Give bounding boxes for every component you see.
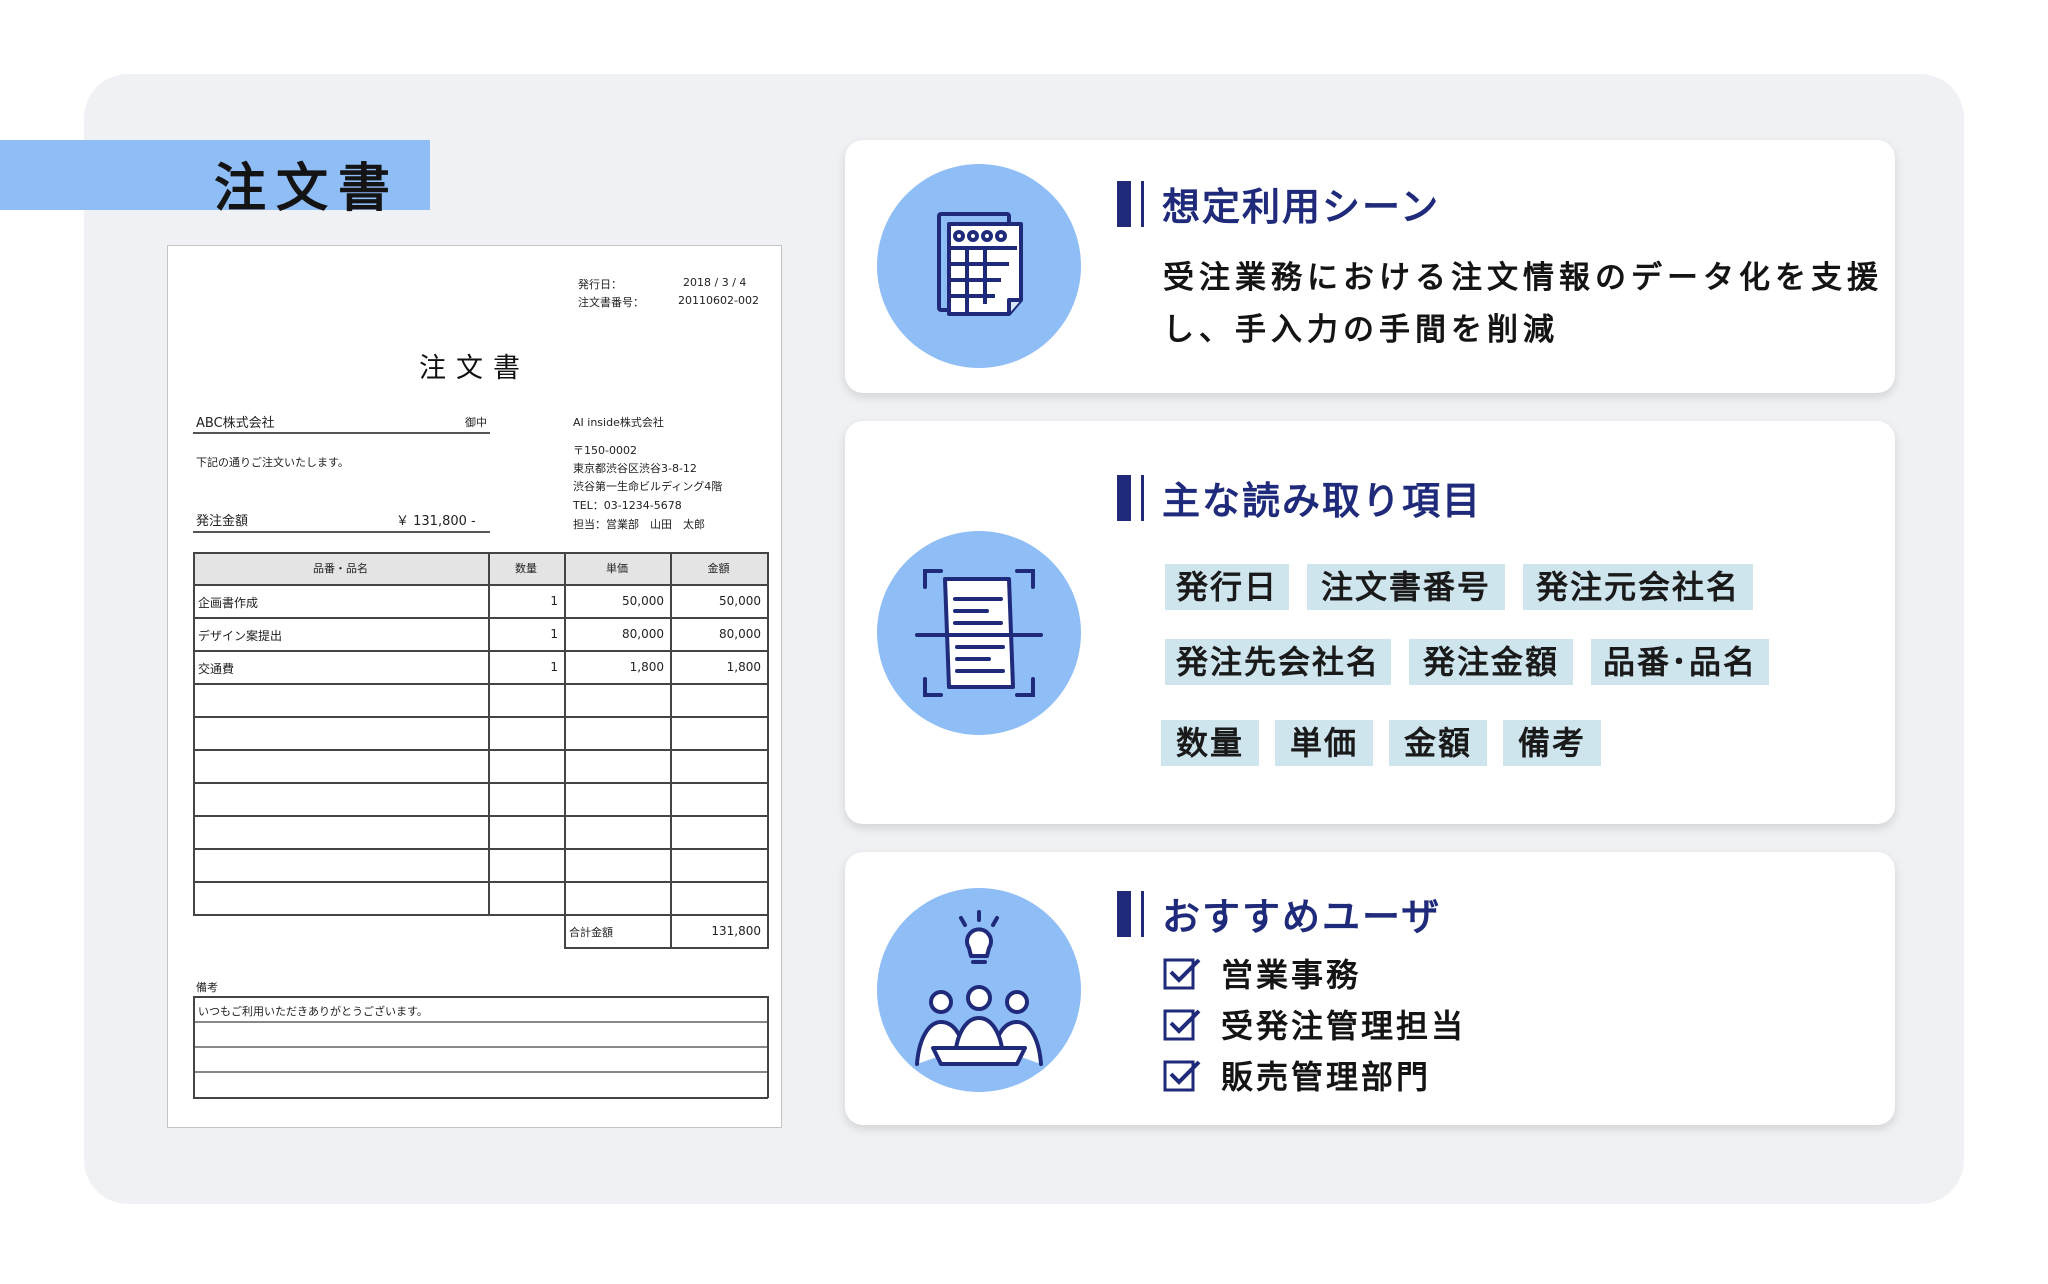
order-amount-label: 発注金額 bbox=[196, 514, 249, 529]
sender-postal: 〒150-0002 bbox=[573, 444, 637, 457]
customer-underline bbox=[193, 432, 490, 434]
user-item: 受発注管理担当 bbox=[1163, 1001, 1466, 1047]
order-number-label: 注文書番号： bbox=[578, 296, 644, 309]
field-chip-quantity: 数量 bbox=[1161, 720, 1259, 766]
checkbox-checked-icon bbox=[1163, 1060, 1201, 1092]
read-fields-title: 主な読み取り項目 bbox=[1162, 479, 1483, 523]
table-row-1-amount: 50,000 bbox=[719, 594, 761, 608]
field-chip-item-name: 品番･品名 bbox=[1591, 639, 1769, 685]
issue-date-value: 2018 / 3 / 4 bbox=[683, 276, 747, 289]
recommended-users-heading: おすすめユーザ bbox=[1117, 886, 1441, 941]
field-chip-amount: 金額 bbox=[1389, 720, 1487, 766]
usage-scene-heading: 想定利用シーン bbox=[1117, 176, 1440, 231]
table-header-item: 品番・品名 bbox=[313, 562, 368, 575]
usage-scene-description: 受注業務における注文情報のデータ化を支援し、手入力の手間を削減 bbox=[1163, 260, 1883, 348]
order-number-value: 20110602-002 bbox=[678, 294, 759, 307]
field-chip-orderer-company: 発注元会社名 bbox=[1523, 564, 1753, 610]
checkbox-checked-icon bbox=[1163, 958, 1201, 990]
table-header-price: 単価 bbox=[606, 562, 628, 575]
table-row-3-qty: 1 bbox=[550, 660, 558, 674]
table-row-2-amount: 80,000 bbox=[719, 627, 761, 641]
table-row-3-amount: 1,800 bbox=[726, 660, 761, 674]
field-chip-issue-date: 発行日 bbox=[1165, 564, 1289, 610]
table-row-1-price: 50,000 bbox=[622, 594, 664, 608]
user-item-label: 受発注管理担当 bbox=[1221, 1007, 1467, 1045]
order-amount-underline bbox=[193, 531, 490, 533]
user-item-label: 販売管理部門 bbox=[1221, 1058, 1432, 1096]
total-label: 合計金額 bbox=[569, 926, 613, 939]
user-item-label: 営業事務 bbox=[1221, 956, 1362, 994]
order-form-sample: 発行日： 2018 / 3 / 4 注文書番号： 20110602-002 注文… bbox=[167, 245, 782, 1128]
field-chip-order-number: 注文書番号 bbox=[1307, 564, 1505, 610]
sender-company: AI inside株式会社 bbox=[573, 416, 664, 429]
table-row-2-qty: 1 bbox=[550, 627, 558, 641]
table-row-2-name: デザイン案提出 bbox=[198, 629, 283, 643]
field-chip-order-amount: 発注金額 bbox=[1409, 639, 1573, 685]
user-item: 販売管理部門 bbox=[1163, 1052, 1431, 1098]
field-chip-remarks: 備考 bbox=[1503, 720, 1601, 766]
order-amount-value: ￥ 131,800 - bbox=[396, 514, 476, 529]
table-header-amount: 金額 bbox=[707, 562, 730, 575]
issue-date-label: 発行日： bbox=[578, 278, 622, 291]
sender-tel: TEL：03-1234-5678 bbox=[573, 499, 682, 512]
document-scan-icon bbox=[877, 531, 1081, 735]
honorific: 御中 bbox=[465, 416, 487, 429]
team-idea-icon bbox=[877, 888, 1081, 1092]
table-row-2-price: 80,000 bbox=[622, 627, 664, 641]
table-row-1-qty: 1 bbox=[550, 594, 558, 608]
usage-scene-title: 想定利用シーン bbox=[1162, 185, 1441, 229]
checkbox-checked-icon bbox=[1163, 1009, 1201, 1041]
document-type-label: 注文書 bbox=[214, 159, 401, 219]
table-row-3-name: 交通費 bbox=[198, 662, 235, 676]
table-header-qty: 数量 bbox=[515, 562, 537, 575]
customer-name: ABC株式会社 bbox=[196, 416, 275, 431]
total-value: 131,800 bbox=[711, 924, 761, 938]
spreadsheet-document-icon bbox=[877, 164, 1081, 368]
read-fields-heading: 主な読み取り項目 bbox=[1117, 470, 1482, 525]
sender-address-2: 渋谷第一生命ビルディング4階 bbox=[573, 480, 723, 493]
field-chip-supplier-company: 発注先会社名 bbox=[1165, 639, 1391, 685]
table-row-1-name: 企画書作成 bbox=[198, 596, 259, 610]
recommended-users-card: おすすめユーザ 営業事務 受発注管理担当 販売管理部門 bbox=[845, 852, 1895, 1125]
order-form-title: 注文書 bbox=[419, 353, 530, 384]
table-row-3-price: 1,800 bbox=[629, 660, 664, 674]
user-item: 営業事務 bbox=[1163, 950, 1361, 996]
recommended-users-title: おすすめユーザ bbox=[1162, 895, 1442, 939]
remarks-label: 備考 bbox=[196, 981, 218, 994]
document-type-tag: 注文書 bbox=[0, 140, 430, 219]
field-chip-unit-price: 単価 bbox=[1275, 720, 1373, 766]
sender-person: 担当：営業部 山田 太郎 bbox=[573, 518, 705, 531]
remarks-text: いつもご利用いただきありがとうございます。 bbox=[198, 1005, 428, 1018]
usage-scene-card: 想定利用シーン 受注業務における注文情報のデータ化を支援し、手入力の手間を削減 bbox=[845, 140, 1895, 393]
sender-address-1: 東京都渋谷区渋谷3-8-12 bbox=[573, 462, 697, 475]
read-fields-card: 主な読み取り項目 発行日 注文書番号 発注元会社名 発注先会社名 発注金額 品番… bbox=[845, 421, 1895, 824]
intro-text: 下記の通りご注文いたします。 bbox=[196, 456, 349, 469]
